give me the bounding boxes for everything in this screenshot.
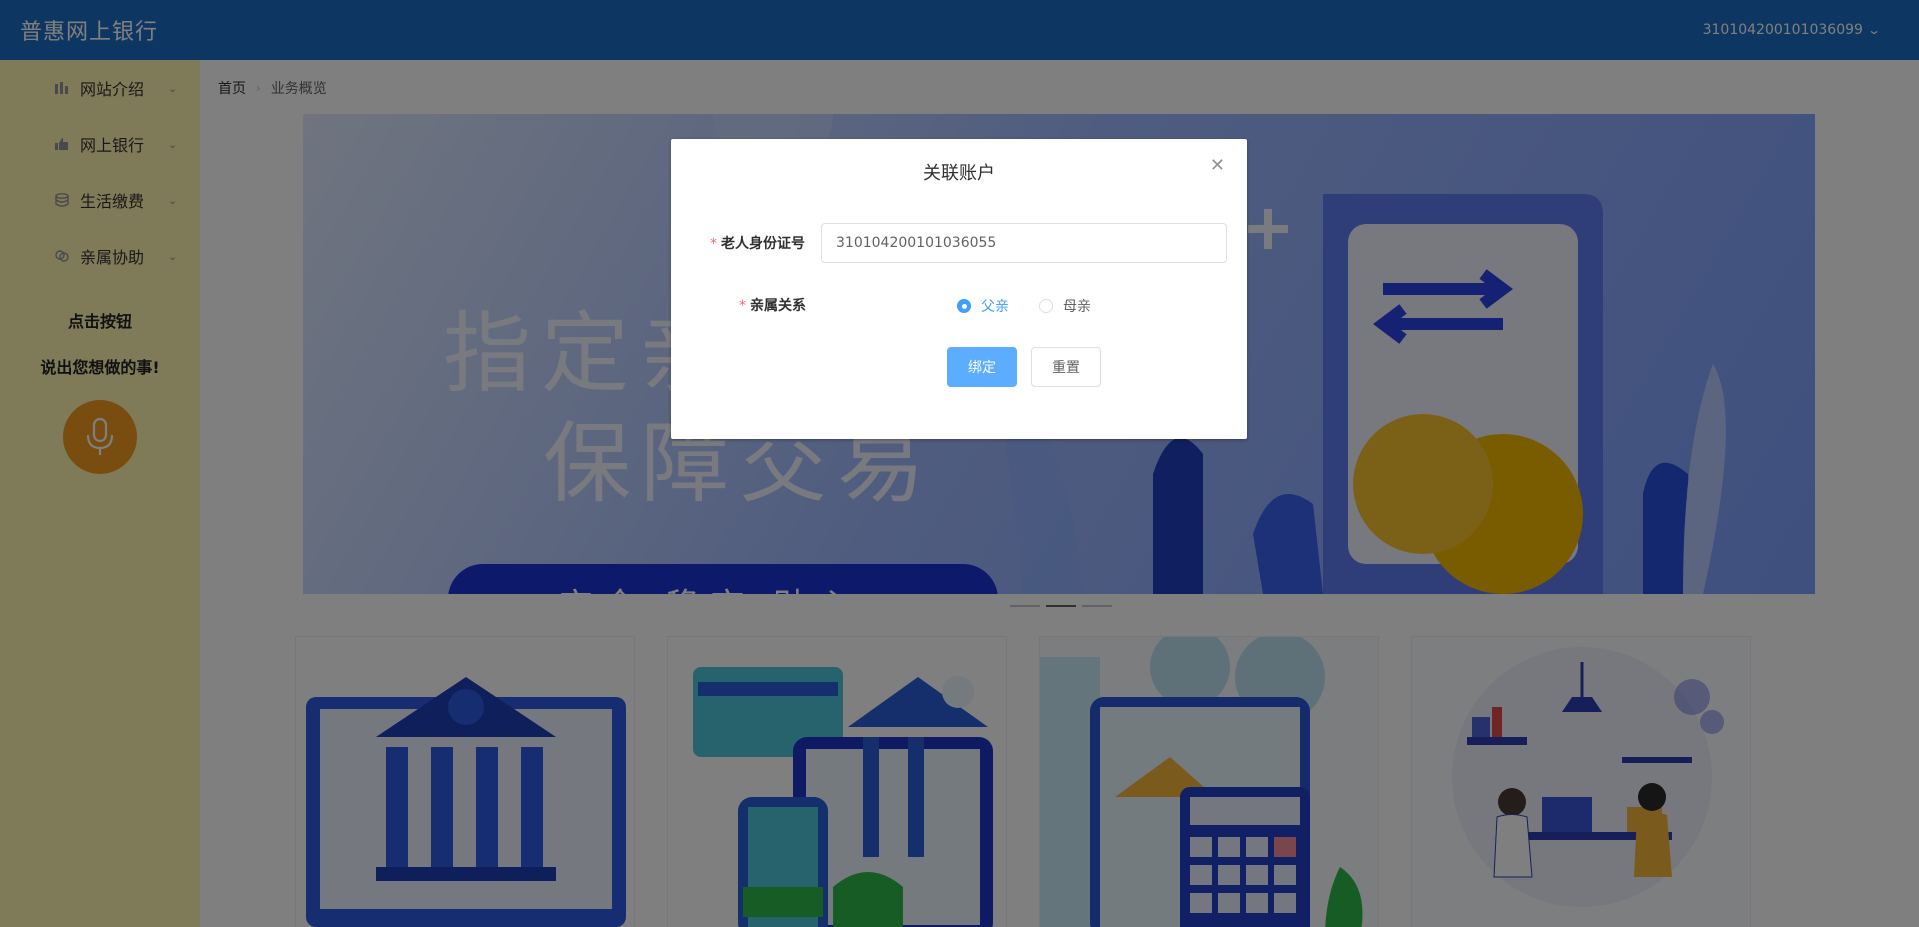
- required-marker: *: [739, 298, 746, 314]
- radio-unchecked-icon: [1039, 299, 1053, 313]
- reset-button[interactable]: 重置: [1031, 347, 1101, 387]
- link-account-dialog: 关联账户 ✕ *老人身份证号 *亲属关系 父亲 母亲 绑定 重置: [671, 139, 1247, 439]
- relation-label-text: 亲属关系: [750, 298, 806, 314]
- radio-checked-icon: [957, 299, 971, 313]
- radio-father-label: 父亲: [981, 299, 1009, 315]
- radio-father[interactable]: 父亲: [957, 296, 1009, 316]
- elder-id-input[interactable]: [821, 223, 1227, 263]
- radio-mother-label: 母亲: [1063, 299, 1091, 315]
- bind-button[interactable]: 绑定: [947, 347, 1017, 387]
- dialog-title: 关联账户: [923, 163, 995, 184]
- id-label-text: 老人身份证号: [721, 236, 805, 252]
- id-field-label: * 老人身份证号: [710, 233, 805, 253]
- required-marker: *: [710, 236, 717, 252]
- close-icon[interactable]: ✕: [1210, 155, 1225, 176]
- radio-mother[interactable]: 母亲: [1039, 296, 1091, 316]
- relation-field-label: * 亲属关系: [739, 295, 806, 315]
